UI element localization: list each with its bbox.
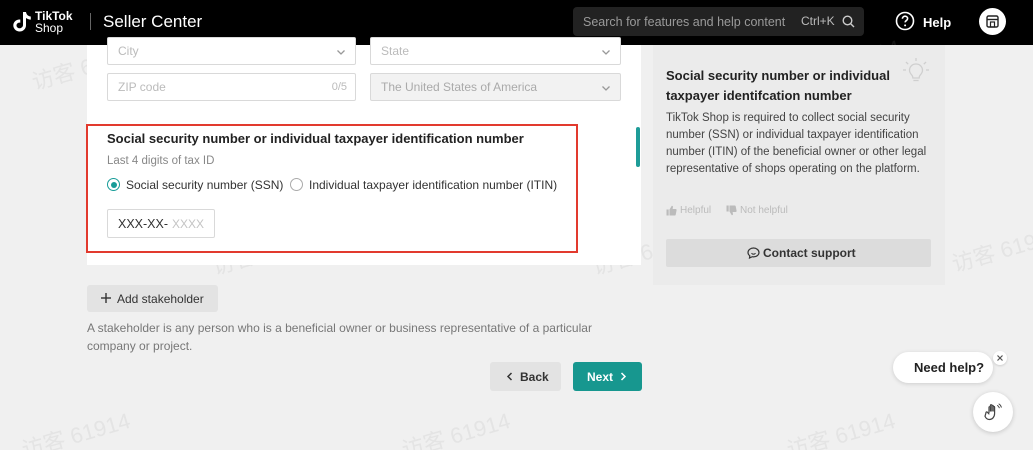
waving-hand-icon: [984, 403, 1002, 421]
question-circle-icon: [895, 11, 915, 31]
scrollbar-thumb[interactable]: [636, 127, 640, 167]
zip-code-counter: 0/5: [331, 81, 347, 93]
search-icon[interactable]: [842, 15, 855, 28]
need-help-label: Need help?: [914, 360, 985, 375]
chevron-down-icon: [337, 50, 345, 55]
search-box[interactable]: Ctrl+K: [573, 7, 864, 36]
close-help-bubble-button[interactable]: [993, 351, 1007, 365]
help-button[interactable]: Help: [895, 11, 955, 33]
watermark: 访客 61914: [949, 222, 1033, 277]
header-divider: [90, 13, 91, 30]
store-icon: [986, 15, 999, 28]
highlight-box: [86, 124, 578, 253]
back-button[interactable]: Back: [490, 362, 561, 391]
city-select[interactable]: City: [107, 37, 356, 65]
search-shortcut: Ctrl+K: [801, 14, 835, 28]
back-label: Back: [520, 370, 549, 384]
contact-support-button[interactable]: Contact support: [666, 239, 931, 267]
watermark: 访客 61914: [19, 408, 134, 450]
add-stakeholder-label: Add stakeholder: [117, 292, 204, 306]
help-card-body: TikTok Shop is required to collect socia…: [666, 112, 927, 175]
tiktok-logo-icon: [13, 12, 31, 32]
chevron-right-icon: [620, 372, 627, 381]
thumbs-down-icon: [726, 205, 737, 216]
zip-code-field[interactable]: ZIP code 0/5: [107, 73, 356, 101]
next-button[interactable]: Next: [573, 362, 642, 391]
next-label: Next: [587, 370, 614, 384]
country-select[interactable]: The United States of America: [370, 73, 621, 101]
watermark: 访客 61914: [784, 408, 899, 450]
watermark: 访客 61914: [399, 408, 514, 450]
state-placeholder: State: [381, 44, 410, 58]
chevron-down-icon: [602, 86, 610, 91]
plus-icon: [101, 293, 111, 303]
need-help-bubble[interactable]: Need help?: [893, 352, 993, 383]
help-card-title: Social security number or individual tax…: [666, 68, 890, 103]
chevron-down-icon: [602, 50, 610, 55]
add-stakeholder-button[interactable]: Add stakeholder: [87, 285, 218, 312]
thumbs-up-icon: [666, 205, 677, 216]
not-helpful-button[interactable]: Not helpful: [726, 204, 796, 218]
contact-support-label: Contact support: [763, 246, 856, 260]
helpful-label: Helpful: [680, 205, 712, 216]
help-label: Help: [923, 15, 952, 30]
zip-code-placeholder: ZIP code: [118, 80, 166, 94]
help-widget-button[interactable]: [973, 392, 1013, 432]
tiktok-shop-logo[interactable]: TikTok Shop: [12, 9, 82, 37]
close-icon: [997, 355, 1003, 361]
not-helpful-label: Not helpful: [740, 205, 788, 216]
helpful-button[interactable]: Helpful: [666, 204, 718, 218]
logo-text-shop: Shop: [35, 21, 64, 35]
app-title: Seller Center: [103, 12, 203, 31]
chevron-left-icon: [506, 372, 513, 381]
country-value: The United States of America: [381, 80, 538, 94]
store-button[interactable]: [979, 8, 1006, 35]
city-placeholder: City: [118, 44, 139, 58]
search-input[interactable]: [583, 7, 793, 36]
stakeholder-note: A stakeholder is any person who is a ben…: [87, 321, 592, 353]
state-select[interactable]: State: [370, 37, 621, 65]
chat-icon: [747, 247, 760, 259]
